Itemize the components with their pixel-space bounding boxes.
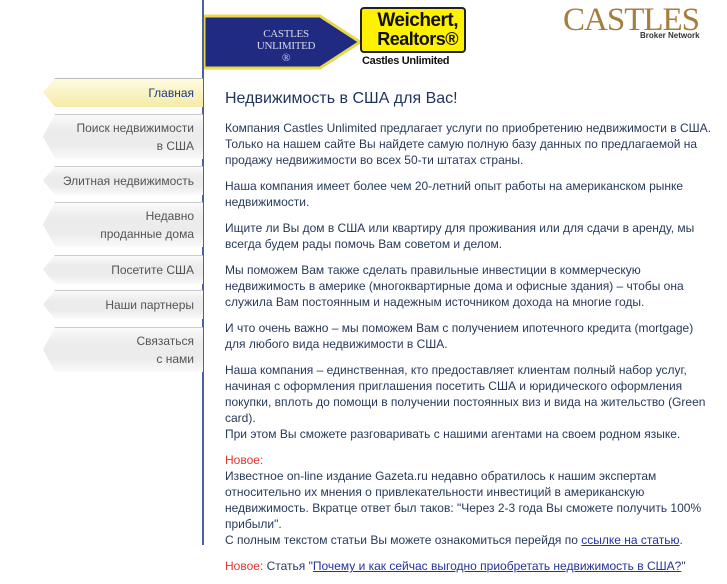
language-text: При этом Вы сможете разговаривать с наши… <box>225 427 681 441</box>
nav-item-visit-usa[interactable]: Посетите США <box>43 255 203 284</box>
article-link[interactable]: Почему и как сейчас выгодно приобретать … <box>313 559 681 573</box>
nav-item-home[interactable]: Главная <box>43 78 203 107</box>
news-text: Известное on-line издание Gazeta.ru неда… <box>225 469 702 531</box>
page-title: Недвижимость в США для Вас! <box>225 90 458 107</box>
nav-label: Наши партнеры <box>105 298 194 312</box>
nav-label: Элитная недвижимость <box>62 174 194 188</box>
main-content: Недвижимость в США для Вас! Компания Cas… <box>225 90 715 584</box>
news-item-article: Новое: Статья "Почему и как сейчас выгод… <box>225 558 715 574</box>
nav-item-search[interactable]: Поиск недвижимости в США <box>43 114 203 159</box>
nav-label: Главная <box>148 86 194 100</box>
services-paragraph: Наша компания – единственная, кто предос… <box>225 362 715 442</box>
nav-label: в США <box>156 139 194 153</box>
weichert-logo[interactable]: Weichert, Realtors® <box>360 7 466 53</box>
castles-logo-subtitle: Broker Network <box>640 31 700 40</box>
banner-logo-text: CASTLES UNLIMITED ® <box>256 28 316 64</box>
nav-item-partners[interactable]: Наши партнеры <box>43 290 203 319</box>
intro-paragraph: Компания Castles Unlimited предлагает ус… <box>225 121 711 167</box>
search-paragraph: Ищите ли Вы дом в США или квартиру для п… <box>225 221 695 251</box>
new-label: Новое: <box>225 453 264 467</box>
mortgage-paragraph: И что очень важно – мы поможем Вам с пол… <box>225 321 694 351</box>
nav-label: Посетите США <box>111 263 194 277</box>
nav-label: проданные дома <box>100 227 194 241</box>
news-text: " <box>681 559 686 573</box>
nav-label: с нами <box>156 352 194 366</box>
services-text: Наша компания – единственная, кто предос… <box>225 363 706 425</box>
weichert-line2: Realtors® <box>377 29 458 49</box>
news-text: Статья " <box>266 559 313 573</box>
experience-paragraph: Наша компания имеет более чем 20-летний … <box>225 179 684 209</box>
nav-item-luxury[interactable]: Элитная недвижимость <box>43 166 203 195</box>
nav-label: Поиск недвижимости <box>76 121 194 135</box>
nav-label: Недавно <box>145 209 194 223</box>
weichert-line1: Weichert, <box>377 10 458 31</box>
nav-label: Связаться <box>136 334 194 348</box>
weichert-subtitle: Castles Unlimited <box>362 55 450 67</box>
nav-item-recently-sold[interactable]: Недавно проданные дома <box>43 202 203 247</box>
investment-paragraph: Мы поможем Вам также сделать правильные … <box>225 263 684 309</box>
new-label: Новое: <box>225 559 264 573</box>
castles-unlimited-banner: CASTLES UNLIMITED ® <box>204 4 364 72</box>
nav-item-contact[interactable]: Связаться с нами <box>43 327 203 372</box>
news-item-gazeta: Новое: Известное on-line издание Gazeta.r… <box>225 453 702 547</box>
